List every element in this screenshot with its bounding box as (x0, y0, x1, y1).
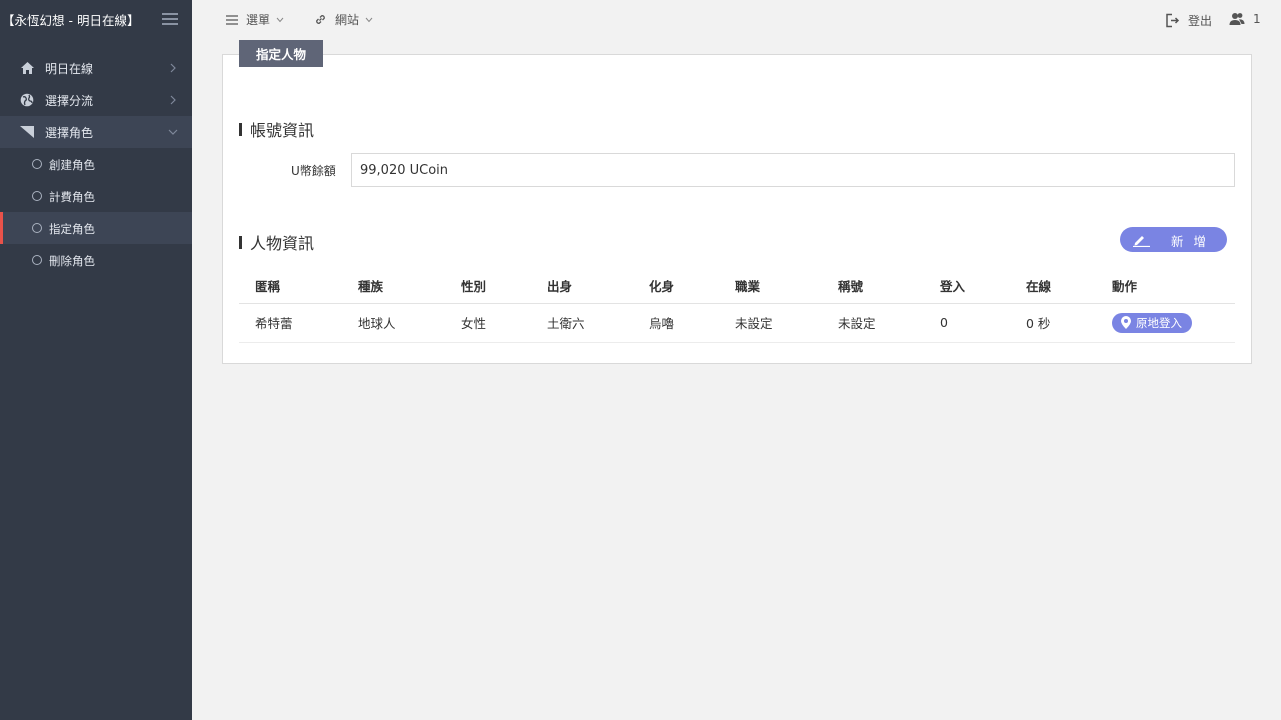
link-icon (316, 15, 325, 24)
circle-icon (32, 223, 42, 233)
column-header: 種族 (342, 269, 445, 304)
character-section-title: 人物資訊 (239, 230, 314, 254)
main-area: 選單 網站 登出 1 帳號資訊 U幣餘額 99,020 UCoin 人物資訊 新… (192, 0, 1281, 720)
sidebar-toggle-icon[interactable] (162, 13, 178, 25)
account-section-title: 帳號資訊 (239, 117, 314, 141)
online-users-count: 1 (1253, 12, 1261, 26)
online-users-button[interactable]: 1 (1229, 12, 1261, 26)
chevron-right-icon (170, 95, 176, 105)
logout-label: 登出 (1188, 14, 1213, 28)
site-dropdown[interactable]: 網站 (314, 11, 381, 28)
cell-online: 0 秒 (1010, 303, 1096, 343)
circle-icon (32, 159, 42, 169)
site-label: 網站 (335, 13, 360, 27)
chevron-down-icon (168, 129, 178, 135)
column-header: 稱號 (822, 269, 924, 304)
assign-character-panel: 帳號資訊 U幣餘額 99,020 UCoin 人物資訊 新增 匿稱 種族 性別 … (222, 54, 1252, 364)
login-in-place-button[interactable]: 原地登入 (1112, 312, 1192, 333)
triangle-icon (20, 125, 34, 139)
topbar: 選單 網站 登出 1 (192, 0, 1281, 38)
ucoin-label: U幣餘額 (291, 164, 336, 178)
brand: 【永恆幻想 - 明日在線】 (0, 0, 192, 38)
sidebar-subitem-label: 指定角色 (49, 222, 95, 236)
menu-label: 選單 (246, 13, 271, 27)
chevron-down-icon (365, 17, 373, 22)
chevron-down-icon (276, 17, 284, 22)
column-header: 職業 (719, 269, 822, 304)
chevron-right-icon (170, 63, 176, 73)
pencil-icon (1133, 236, 1150, 247)
sidebar-subitem-assign-character[interactable]: 指定角色 (0, 212, 192, 244)
home-icon (20, 61, 34, 75)
cell-origin: 土衛六 (531, 303, 633, 343)
cell-action: 原地登入 (1096, 303, 1235, 343)
column-header: 登入 (924, 269, 1010, 304)
menu-icon (226, 14, 238, 25)
cell-race: 地球人 (342, 303, 445, 343)
logout-icon (1166, 13, 1180, 28)
add-character-button[interactable]: 新增 (1120, 227, 1227, 252)
cell-logins: 0 (924, 303, 1010, 343)
menu-dropdown[interactable]: 選單 (226, 11, 292, 28)
character-table: 匿稱 種族 性別 出身 化身 職業 稱號 登入 在線 動作 希特蕾 地球人 女性 (239, 269, 1235, 343)
logout-button[interactable]: 登出 (1165, 12, 1212, 29)
column-header: 化身 (633, 269, 719, 304)
cell-gender: 女性 (445, 303, 531, 343)
cell-title: 未設定 (822, 303, 924, 343)
globe-icon (20, 93, 34, 107)
table-header-row: 匿稱 種族 性別 出身 化身 職業 稱號 登入 在線 動作 (239, 269, 1235, 304)
sidebar-subitem-billing-character[interactable]: 計費角色 (0, 180, 192, 212)
users-icon (1229, 13, 1245, 25)
sidebar-subitem-label: 刪除角色 (49, 254, 95, 268)
column-header: 在線 (1010, 269, 1096, 304)
sidebar-item-tomorrow-online[interactable]: 明日在線 (0, 52, 192, 84)
cell-name: 希特蕾 (239, 303, 342, 343)
sidebar-menu: 明日在線 選擇分流 選擇角色 創建角色 計費角色 指定角色 刪除角色 (0, 52, 192, 276)
column-header: 出身 (531, 269, 633, 304)
login-in-place-label: 原地登入 (1136, 315, 1182, 330)
circle-icon (32, 191, 42, 201)
map-pin-icon (1121, 316, 1131, 329)
brand-title: 【永恆幻想 - 明日在線】 (2, 12, 140, 28)
column-header: 性別 (445, 269, 531, 304)
sidebar: 【永恆幻想 - 明日在線】 明日在線 選擇分流 選擇角色 創建角色 計費角色 指… (0, 0, 192, 720)
ucoin-balance-field[interactable]: 99,020 UCoin (351, 153, 1235, 187)
column-header: 動作 (1096, 269, 1235, 304)
sidebar-subitem-label: 創建角色 (49, 158, 95, 172)
circle-icon (32, 255, 42, 265)
sidebar-subitem-label: 計費角色 (49, 190, 95, 204)
sidebar-item-select-character[interactable]: 選擇角色 (0, 116, 192, 148)
sidebar-subitem-delete-character[interactable]: 刪除角色 (0, 244, 192, 276)
column-header: 匿稱 (239, 269, 342, 304)
sidebar-item-label: 選擇分流 (45, 94, 94, 108)
tab-assign-character[interactable]: 指定人物 (239, 40, 323, 67)
table-row: 希特蕾 地球人 女性 土衛六 烏嚕 未設定 未設定 0 0 秒 原地登入 (239, 303, 1235, 343)
sidebar-item-label: 明日在線 (45, 62, 94, 76)
add-button-label: 新增 (1171, 234, 1217, 249)
cell-avatar: 烏嚕 (633, 303, 719, 343)
cell-job: 未設定 (719, 303, 822, 343)
sidebar-item-label: 選擇角色 (45, 126, 94, 140)
sidebar-subitem-create-character[interactable]: 創建角色 (0, 148, 192, 180)
sidebar-item-select-server[interactable]: 選擇分流 (0, 84, 192, 116)
